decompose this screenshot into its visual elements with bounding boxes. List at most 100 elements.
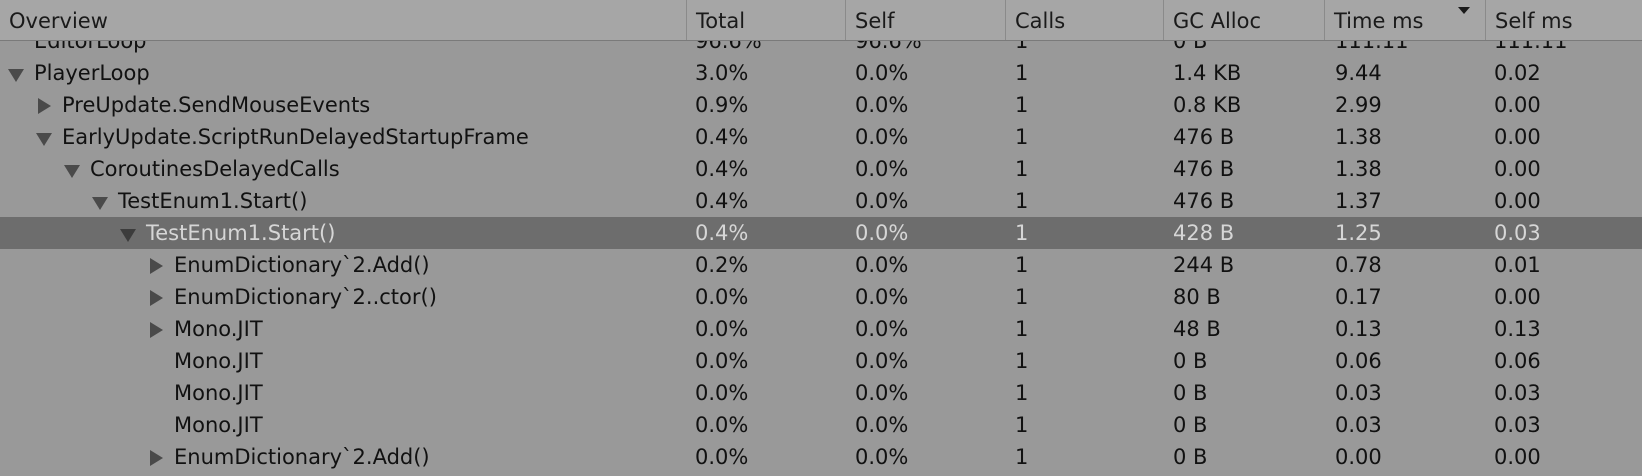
- cell-self-ms: 111.11: [1494, 41, 1568, 53]
- cell-total: 0.4%: [695, 125, 749, 149]
- cell-self: 0.0%: [855, 253, 909, 277]
- expand-triangle-right-icon[interactable]: [146, 313, 168, 345]
- cell-self-ms: 0.01: [1494, 253, 1541, 277]
- cell-gc-alloc: 0.8 KB: [1173, 93, 1242, 117]
- table-row[interactable]: TestEnum1.Start() 0.4% 0.0% 1 476 B 1.37 0.00: [0, 185, 1642, 217]
- cell-function-name: Mono.JIT: [174, 413, 263, 437]
- table-row[interactable]: CoroutinesDelayedCalls 0.4% 0.0% 1 476 B 1.38…: [0, 153, 1642, 185]
- table-row[interactable]: Mono.JIT 0.0% 0.0% 1 0 B 0.03 0.03: [0, 377, 1642, 409]
- cell-total: 0.0%: [695, 349, 749, 373]
- cell-time-ms: 0.13: [1335, 317, 1382, 341]
- cell-calls: 1: [1015, 349, 1029, 373]
- cell-function-name: EnumDictionary`2.Add(): [174, 253, 430, 277]
- table-row[interactable]: PreUpdate.SendMouseEvents 0.9% 0.0% 1 0.8 KB…: [0, 89, 1642, 121]
- cell-function-name: TestEnum1.Start(): [118, 189, 308, 213]
- cell-self-ms: 0.02: [1494, 61, 1541, 85]
- column-calls[interactable]: Calls: [1005, 0, 1163, 40]
- expand-triangle-down-icon[interactable]: [90, 185, 112, 217]
- profiler-hierarchy-view: Overview Total Self Calls GC Alloc Time …: [0, 0, 1642, 476]
- cell-self-ms: 0.03: [1494, 413, 1541, 437]
- cell-self: 0.0%: [855, 93, 909, 117]
- cell-self: 0.0%: [855, 445, 909, 469]
- cell-calls: 1: [1015, 125, 1029, 149]
- column-self[interactable]: Self: [845, 0, 1005, 40]
- cell-self-ms: 0.00: [1494, 125, 1541, 149]
- cell-self-ms: 0.03: [1494, 221, 1541, 245]
- cell-total: 3.0%: [695, 61, 749, 85]
- cell-gc-alloc: 476 B: [1173, 125, 1235, 149]
- cell-self: 0.0%: [855, 221, 909, 245]
- cell-calls: 1: [1015, 413, 1029, 437]
- cell-time-ms: 0.03: [1335, 413, 1382, 437]
- cell-calls: 1: [1015, 381, 1029, 405]
- table-row[interactable]: Mono.JIT 0.0% 0.0% 1 48 B 0.13 0.13: [0, 313, 1642, 345]
- expand-triangle-right-icon[interactable]: [34, 89, 56, 121]
- cell-self-ms: 0.00: [1494, 189, 1541, 213]
- table-row[interactable]: Mono.JIT 0.0% 0.0% 1 0 B 0.06 0.06: [0, 345, 1642, 377]
- column-time-ms[interactable]: Time ms: [1324, 0, 1485, 40]
- cell-self-ms: 0.00: [1494, 93, 1541, 117]
- cell-gc-alloc: 0 B: [1173, 41, 1208, 53]
- cell-calls: 1: [1015, 317, 1029, 341]
- cell-calls: 1: [1015, 61, 1029, 85]
- cell-time-ms: 2.99: [1335, 93, 1382, 117]
- cell-self-ms: 0.00: [1494, 445, 1541, 469]
- expand-triangle-down-icon[interactable]: [118, 217, 140, 249]
- cell-self: 96.6%: [855, 41, 922, 53]
- cell-function-name: Mono.JIT: [174, 317, 263, 341]
- cell-total: 0.9%: [695, 93, 749, 117]
- cell-gc-alloc: 1.4 KB: [1173, 61, 1242, 85]
- cell-calls: 1: [1015, 157, 1029, 181]
- cell-calls: 1: [1015, 41, 1029, 53]
- column-self-ms[interactable]: Self ms: [1485, 0, 1642, 40]
- cell-gc-alloc: 0 B: [1173, 413, 1208, 437]
- cell-total: 0.0%: [695, 381, 749, 405]
- cell-time-ms: 0.00: [1335, 445, 1382, 469]
- cell-total: 96.6%: [695, 41, 762, 53]
- expand-triangle-down-icon[interactable]: [6, 57, 28, 89]
- column-total[interactable]: Total: [686, 0, 845, 40]
- cell-time-ms: 111.11: [1335, 41, 1409, 53]
- cell-time-ms: 0.06: [1335, 349, 1382, 373]
- expand-triangle-right-icon[interactable]: [146, 441, 168, 473]
- cell-total: 0.0%: [695, 445, 749, 469]
- cell-calls: 1: [1015, 253, 1029, 277]
- table-row[interactable]: EarlyUpdate.ScriptRunDelayedStartupFrame…: [0, 121, 1642, 153]
- cell-gc-alloc: 80 B: [1173, 285, 1221, 309]
- cell-function-name: EnumDictionary`2.Add(): [174, 445, 430, 469]
- cell-calls: 1: [1015, 285, 1029, 309]
- cell-time-ms: 0.17: [1335, 285, 1382, 309]
- cell-function-name: EarlyUpdate.ScriptRunDelayedStartupFrame: [62, 125, 529, 149]
- cell-self: 0.0%: [855, 349, 909, 373]
- cell-gc-alloc: 0 B: [1173, 381, 1208, 405]
- cell-gc-alloc: 476 B: [1173, 189, 1235, 213]
- cell-time-ms: 1.25: [1335, 221, 1382, 245]
- table-row[interactable]: EnumDictionary`2.Add() 0.2% 0.0% 1 244 B 0.78…: [0, 249, 1642, 281]
- cell-self-ms: 0.03: [1494, 381, 1541, 405]
- cell-total: 0.2%: [695, 253, 749, 277]
- column-overview[interactable]: Overview: [0, 0, 686, 40]
- cell-time-ms: 1.38: [1335, 125, 1382, 149]
- column-gc-alloc[interactable]: GC Alloc: [1163, 0, 1324, 40]
- sample-tree: EditorLoop 96.6% 96.6% 1 0 B 111.11 111.11 Play…: [0, 41, 1642, 476]
- expand-triangle-down-icon[interactable]: [62, 153, 84, 185]
- table-row[interactable]: EditorLoop 96.6% 96.6% 1 0 B 111.11 111.11: [0, 41, 1642, 57]
- sort-descending-icon: [1458, 7, 1470, 14]
- column-header: Overview Total Self Calls GC Alloc Time …: [0, 0, 1642, 41]
- cell-time-ms: 9.44: [1335, 61, 1382, 85]
- cell-self: 0.0%: [855, 189, 909, 213]
- table-row[interactable]: EnumDictionary`2..ctor() 0.0% 0.0% 1 80 B 0.1…: [0, 281, 1642, 313]
- cell-function-name: TestEnum1.Start(): [146, 221, 336, 245]
- table-row[interactable]: EnumDictionary`2.Add() 0.0% 0.0% 1 0 B 0.00 0.…: [0, 441, 1642, 473]
- expand-triangle-down-icon[interactable]: [34, 121, 56, 153]
- table-row[interactable]: Mono.JIT 0.0% 0.0% 1 0 B 0.03 0.03: [0, 409, 1642, 441]
- cell-function-name: Mono.JIT: [174, 381, 263, 405]
- cell-function-name: PreUpdate.SendMouseEvents: [62, 93, 371, 117]
- cell-calls: 1: [1015, 221, 1029, 245]
- table-row-selected[interactable]: TestEnum1.Start() 0.4% 0.0% 1 428 B 1.25 0.03: [0, 217, 1642, 249]
- expand-triangle-right-icon[interactable]: [146, 249, 168, 281]
- table-row[interactable]: PlayerLoop 3.0% 0.0% 1 1.4 KB 9.44 0.02: [0, 57, 1642, 89]
- cell-self-ms: 0.06: [1494, 349, 1541, 373]
- cell-gc-alloc: 0 B: [1173, 349, 1208, 373]
- expand-triangle-right-icon[interactable]: [146, 281, 168, 313]
